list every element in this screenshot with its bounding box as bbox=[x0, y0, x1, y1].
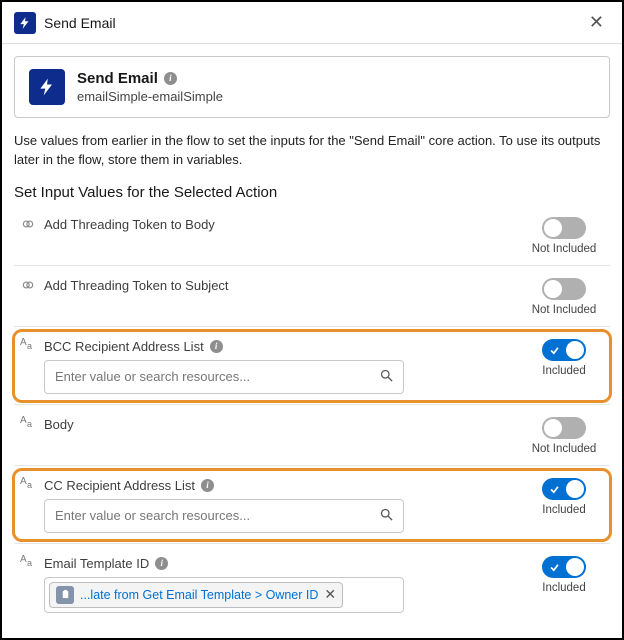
pill-text: ...late from Get Email Template > Owner … bbox=[80, 588, 318, 602]
field-left: Email Template ID i ...late from Get Email… bbox=[20, 556, 524, 613]
field-row-wrap: Add Threading Token to Body Not Included bbox=[14, 205, 610, 266]
text-type-icon bbox=[20, 339, 36, 353]
field-row: Add Threading Token to Body Not Included bbox=[14, 205, 610, 266]
clipboard-icon bbox=[56, 586, 74, 604]
close-button[interactable]: ✕ bbox=[583, 10, 610, 35]
bolt-icon bbox=[14, 12, 36, 34]
field-label: CC Recipient Address List bbox=[44, 478, 195, 493]
field-left: Body bbox=[20, 417, 524, 438]
search-icon[interactable] bbox=[379, 368, 394, 386]
text-type-icon bbox=[20, 417, 36, 431]
field-label: Body bbox=[44, 417, 74, 432]
field-left: BCC Recipient Address List i bbox=[20, 339, 524, 394]
field-input-wrap bbox=[44, 360, 404, 394]
card-title: Send Email bbox=[77, 70, 158, 87]
include-toggle[interactable] bbox=[542, 556, 586, 578]
field-label-row: CC Recipient Address List i bbox=[20, 478, 524, 493]
resource-pill[interactable]: ...late from Get Email Template > Owner … bbox=[49, 582, 343, 608]
action-card: Send Email i emailSimple-emailSimple bbox=[14, 56, 610, 118]
field-label-row: Add Threading Token to Subject bbox=[20, 278, 524, 293]
description-text: Use values from earlier in the flow to s… bbox=[14, 132, 610, 170]
field-row: Email Template ID i ...late from Get Email… bbox=[14, 544, 610, 623]
field-row: BCC Recipient Address List i Included bbox=[14, 327, 610, 405]
info-icon[interactable]: i bbox=[164, 72, 177, 85]
field-label-row: Add Threading Token to Body bbox=[20, 217, 524, 232]
toggle-column: Included bbox=[524, 556, 604, 594]
toggle-column: Included bbox=[524, 339, 604, 377]
field-row-wrap: Body Not Included bbox=[14, 405, 610, 466]
include-toggle[interactable] bbox=[542, 278, 586, 300]
toggle-column: Included bbox=[524, 478, 604, 516]
include-toggle[interactable] bbox=[542, 339, 586, 361]
dialog-header: Send Email ✕ bbox=[2, 2, 622, 44]
field-label: Email Template ID bbox=[44, 556, 149, 571]
field-left: Add Threading Token to Body bbox=[20, 217, 524, 238]
include-toggle[interactable] bbox=[542, 417, 586, 439]
field-row: CC Recipient Address List i Included bbox=[14, 466, 610, 544]
toggle-column: Not Included bbox=[524, 278, 604, 316]
toggle-label: Not Included bbox=[532, 443, 597, 455]
chain-icon bbox=[20, 278, 36, 292]
text-type-icon bbox=[20, 556, 36, 570]
field-label-row: Email Template ID i bbox=[20, 556, 524, 571]
toggle-label: Not Included bbox=[532, 243, 597, 255]
search-icon[interactable] bbox=[379, 507, 394, 525]
card-title-row: Send Email i bbox=[77, 70, 177, 87]
card-subtitle: emailSimple-emailSimple bbox=[77, 89, 223, 104]
field-input-wrap bbox=[44, 499, 404, 533]
field-row: Body Not Included bbox=[14, 405, 610, 466]
include-toggle[interactable] bbox=[542, 478, 586, 500]
field-label: BCC Recipient Address List bbox=[44, 339, 204, 354]
field-left: Add Threading Token to Subject bbox=[20, 278, 524, 299]
toggle-label: Not Included bbox=[532, 304, 597, 316]
pill-container[interactable]: ...late from Get Email Template > Owner … bbox=[44, 577, 404, 613]
field-row-wrap: CC Recipient Address List i Included bbox=[14, 466, 610, 544]
resource-search-input[interactable] bbox=[44, 360, 404, 394]
toggle-label: Included bbox=[542, 365, 585, 377]
check-icon bbox=[549, 344, 559, 354]
field-label: Add Threading Token to Subject bbox=[44, 278, 229, 293]
fields-list: Add Threading Token to BodyNot IncludedA… bbox=[14, 205, 610, 623]
toggle-column: Not Included bbox=[524, 417, 604, 455]
field-row-wrap: Add Threading Token to Subject Not Includ… bbox=[14, 266, 610, 327]
field-label: Add Threading Token to Body bbox=[44, 217, 215, 232]
check-icon bbox=[549, 483, 559, 493]
pill-remove-button[interactable]: ✕ bbox=[324, 586, 336, 603]
field-row-wrap: Email Template ID i ...late from Get Email… bbox=[14, 544, 610, 623]
field-row-wrap: BCC Recipient Address List i Included bbox=[14, 327, 610, 405]
field-left: CC Recipient Address List i bbox=[20, 478, 524, 533]
toggle-column: Not Included bbox=[524, 217, 604, 255]
dialog-title: Send Email bbox=[44, 15, 583, 31]
section-heading: Set Input Values for the Selected Action bbox=[14, 184, 610, 201]
field-label-row: BCC Recipient Address List i bbox=[20, 339, 524, 354]
include-toggle[interactable] bbox=[542, 217, 586, 239]
bolt-icon bbox=[29, 69, 65, 105]
info-icon[interactable]: i bbox=[155, 557, 168, 570]
dialog-content: Send Email i emailSimple-emailSimple Use… bbox=[2, 44, 622, 623]
text-type-icon bbox=[20, 478, 36, 492]
info-icon[interactable]: i bbox=[210, 340, 223, 353]
check-icon bbox=[549, 561, 559, 571]
info-icon[interactable]: i bbox=[201, 479, 214, 492]
resource-search-input[interactable] bbox=[44, 499, 404, 533]
field-row: Add Threading Token to Subject Not Includ… bbox=[14, 266, 610, 327]
toggle-label: Included bbox=[542, 504, 585, 516]
field-label-row: Body bbox=[20, 417, 524, 432]
toggle-label: Included bbox=[542, 582, 585, 594]
chain-icon bbox=[20, 217, 36, 231]
